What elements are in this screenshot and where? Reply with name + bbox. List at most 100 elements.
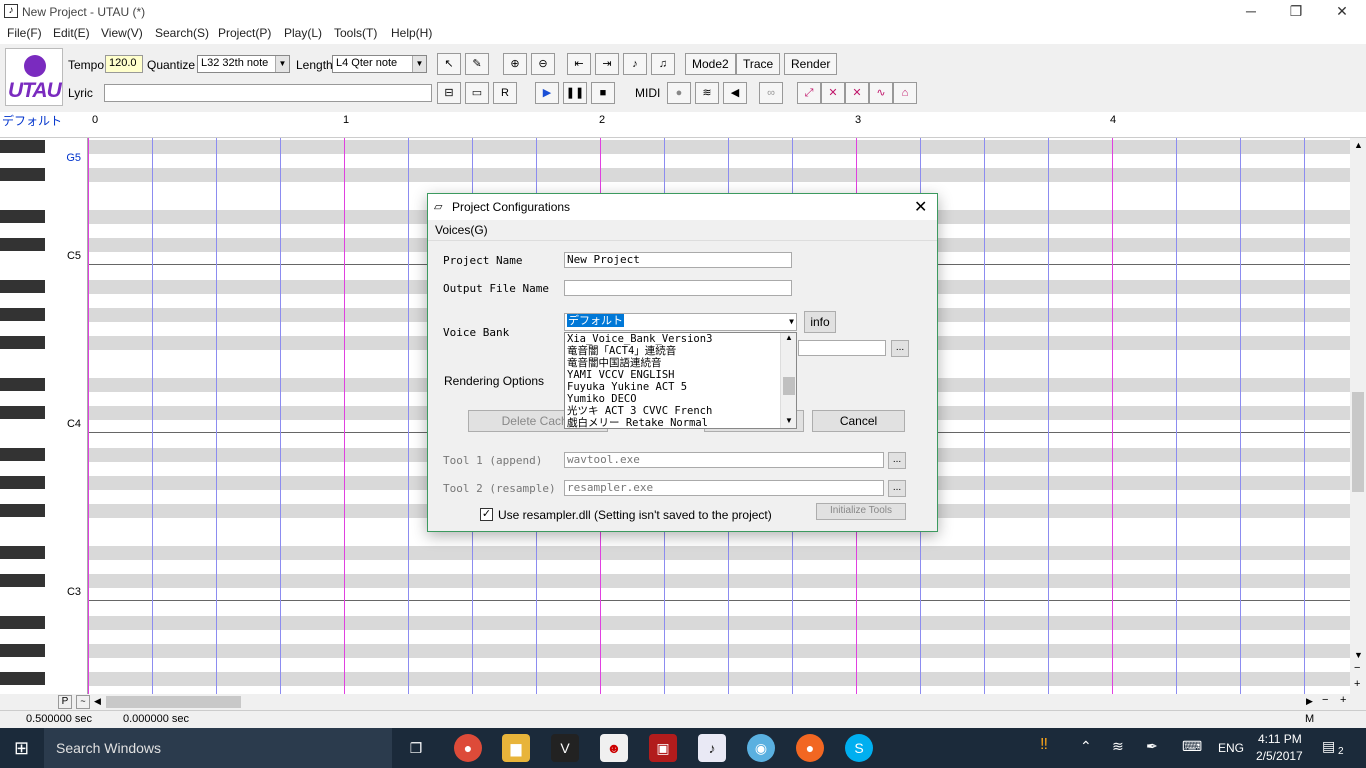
zoom-minus-icon[interactable]: − (1354, 662, 1360, 674)
mode2-button[interactable]: Mode2 (685, 53, 736, 75)
pen-icon[interactable]: ✒ (1146, 738, 1158, 755)
menu-view[interactable]: View(V) (101, 26, 143, 40)
scroll-down-icon[interactable]: ▼ (1354, 650, 1363, 660)
record-icon[interactable]: ● (667, 82, 691, 104)
windows-start-icon[interactable]: ⊞ (14, 738, 29, 759)
close-button[interactable]: ✕ (1319, 0, 1365, 24)
scroll-right-icon[interactable]: ▶ (1306, 696, 1313, 707)
voice-path-input[interactable] (798, 340, 886, 356)
reset-envelope-icon[interactable]: ⌂ (893, 82, 917, 104)
hzoom-minus-icon[interactable]: − (1322, 694, 1328, 706)
menu-project[interactable]: Project(P) (218, 26, 271, 40)
note-split-icon[interactable]: ♫ (651, 53, 675, 75)
vertical-scrollbar[interactable]: ▲ ▼ − + (1350, 138, 1366, 694)
file-explorer-icon[interactable]: ▆ (502, 734, 530, 762)
loop-icon[interactable]: ∞ (759, 82, 783, 104)
clock-time[interactable]: 4:11 PM (1258, 732, 1302, 746)
list-scroll-thumb[interactable] (783, 377, 795, 395)
tool1-input[interactable]: wavtool.exe (564, 452, 884, 468)
menu-help[interactable]: Help(H) (391, 26, 432, 40)
wave-button-icon[interactable]: ~ (76, 695, 90, 709)
video-app-icon[interactable]: ▣ (649, 734, 677, 762)
notification-warning-icon[interactable]: ‼ (1040, 736, 1048, 754)
project-name-input[interactable]: New Project (564, 252, 792, 268)
dialog-close-icon[interactable]: ✕ (914, 197, 927, 217)
hzoom-plus-icon[interactable]: + (1340, 694, 1346, 706)
insert-rest-icon[interactable]: ▭ (465, 82, 489, 104)
piano-keyboard[interactable]: G5 C5 C4 C3 (0, 138, 88, 694)
tool2-browse-button[interactable]: ... (888, 480, 906, 497)
resampler-checkbox-label[interactable]: Use resampler.dll (Setting isn't saved t… (498, 508, 772, 522)
list-item[interactable]: 竜音闇中国語連続音 (567, 357, 662, 369)
length-select[interactable]: L4 Qter note ▼ (332, 55, 427, 73)
paint-app-icon[interactable]: ◉ (747, 734, 775, 762)
tool1-browse-button[interactable]: ... (888, 452, 906, 469)
stop-icon[interactable]: ■ (591, 82, 615, 104)
minimize-button[interactable]: ─ (1228, 0, 1274, 24)
menu-file[interactable]: File(F) (7, 26, 42, 40)
clock-date[interactable]: 2/5/2017 (1256, 749, 1303, 763)
insert-r-icon[interactable]: R (493, 82, 517, 104)
list-item[interactable]: 戯白メリー Retake Normal (567, 417, 708, 428)
scroll-thumb[interactable] (1352, 392, 1364, 492)
zoom-plus-icon[interactable]: + (1354, 678, 1360, 690)
initialize-tools-button[interactable]: Initialize Tools (816, 503, 906, 520)
list-item[interactable]: YAMI VCCV ENGLISH (567, 369, 674, 381)
cancel-button[interactable]: Cancel (812, 410, 905, 432)
insert-note-icon[interactable]: ⊟ (437, 82, 461, 104)
scroll-up-icon[interactable]: ▲ (1354, 140, 1363, 150)
language-indicator[interactable]: ENG (1218, 741, 1244, 755)
p2p3-icon[interactable]: ✕ (821, 82, 845, 104)
output-file-input[interactable] (564, 280, 792, 296)
quantize-select[interactable]: L32 32th note ▼ (197, 55, 290, 73)
info-button[interactable]: info (804, 311, 836, 333)
track-name[interactable]: デフォルト (2, 112, 62, 129)
scroll-up-icon[interactable]: ▲ (785, 333, 793, 342)
tool2-input[interactable]: resampler.exe (564, 480, 884, 496)
midi-settings-icon[interactable]: ≋ (695, 82, 719, 104)
search-box[interactable]: Search Windows (44, 728, 392, 768)
vibrato-icon[interactable]: ∿ (869, 82, 893, 104)
skype-icon[interactable]: S (845, 734, 873, 762)
pointer-tool-icon[interactable]: ↖ (437, 53, 461, 75)
origin-icon[interactable]: ● (796, 734, 824, 762)
speaker-icon[interactable]: ◀ (723, 82, 747, 104)
trace-button[interactable]: Trace (736, 53, 781, 75)
utau-taskbar-icon[interactable]: ♪ (698, 734, 726, 762)
voice-bank-select[interactable]: デフォルト ▼ (564, 313, 797, 331)
keyboard-icon[interactable]: ⌨ (1182, 738, 1202, 755)
p-button[interactable]: P (58, 695, 72, 709)
task-view-icon[interactable]: ❐ (402, 734, 430, 762)
note-join-icon[interactable]: ♪ (623, 53, 647, 75)
zoom-out-icon[interactable]: ⊖ (531, 53, 555, 75)
list-item[interactable]: 竜音闇「ACT4」連続音 (567, 345, 676, 357)
go-start-icon[interactable]: ⇤ (567, 53, 591, 75)
menu-edit[interactable]: Edit(E) (53, 26, 90, 40)
tempo-input[interactable]: 120.0 (105, 55, 143, 73)
restore-button[interactable]: ❐ (1273, 0, 1319, 24)
tray-chevron-icon[interactable]: ⌃ (1080, 738, 1092, 755)
lyric-input[interactable] (104, 84, 432, 102)
resampler-checkbox[interactable]: ✓ (480, 508, 493, 521)
chrome-icon[interactable]: ● (454, 734, 482, 762)
zoom-in-icon[interactable]: ⊕ (503, 53, 527, 75)
menu-tools[interactable]: Tools(T) (334, 26, 377, 40)
character-app-icon[interactable]: ☻ (600, 734, 628, 762)
play-icon[interactable]: ▶ (535, 82, 559, 104)
list-item[interactable]: Xia_Voice_Bank_Version3 (567, 333, 712, 345)
action-center-icon[interactable]: ▤ (1322, 738, 1335, 755)
pause-icon[interactable]: ❚❚ (563, 82, 587, 104)
vegas-icon[interactable]: V (551, 734, 579, 762)
accent-icon[interactable]: ⤢ (797, 82, 821, 104)
hscroll-thumb[interactable] (106, 696, 241, 708)
list-item[interactable]: Yumiko DECO (567, 393, 637, 405)
render-button[interactable]: Render (784, 53, 838, 75)
pencil-tool-icon[interactable]: ✎ (465, 53, 489, 75)
p3p4-icon[interactable]: ✕ (845, 82, 869, 104)
scroll-left-icon[interactable]: ◀ (94, 696, 101, 707)
horizontal-scrollbar[interactable]: P ~ ◀ ▶ − + (0, 694, 1366, 710)
dialog-menu-voices[interactable]: Voices(G) (435, 223, 488, 237)
voice-bank-dropdown-list[interactable]: Xia_Voice_Bank_Version3 竜音闇「ACT4」連続音 竜音闇… (564, 332, 797, 429)
menu-search[interactable]: Search(S) (155, 26, 209, 40)
list-scrollbar[interactable]: ▲ ▼ (780, 333, 796, 428)
